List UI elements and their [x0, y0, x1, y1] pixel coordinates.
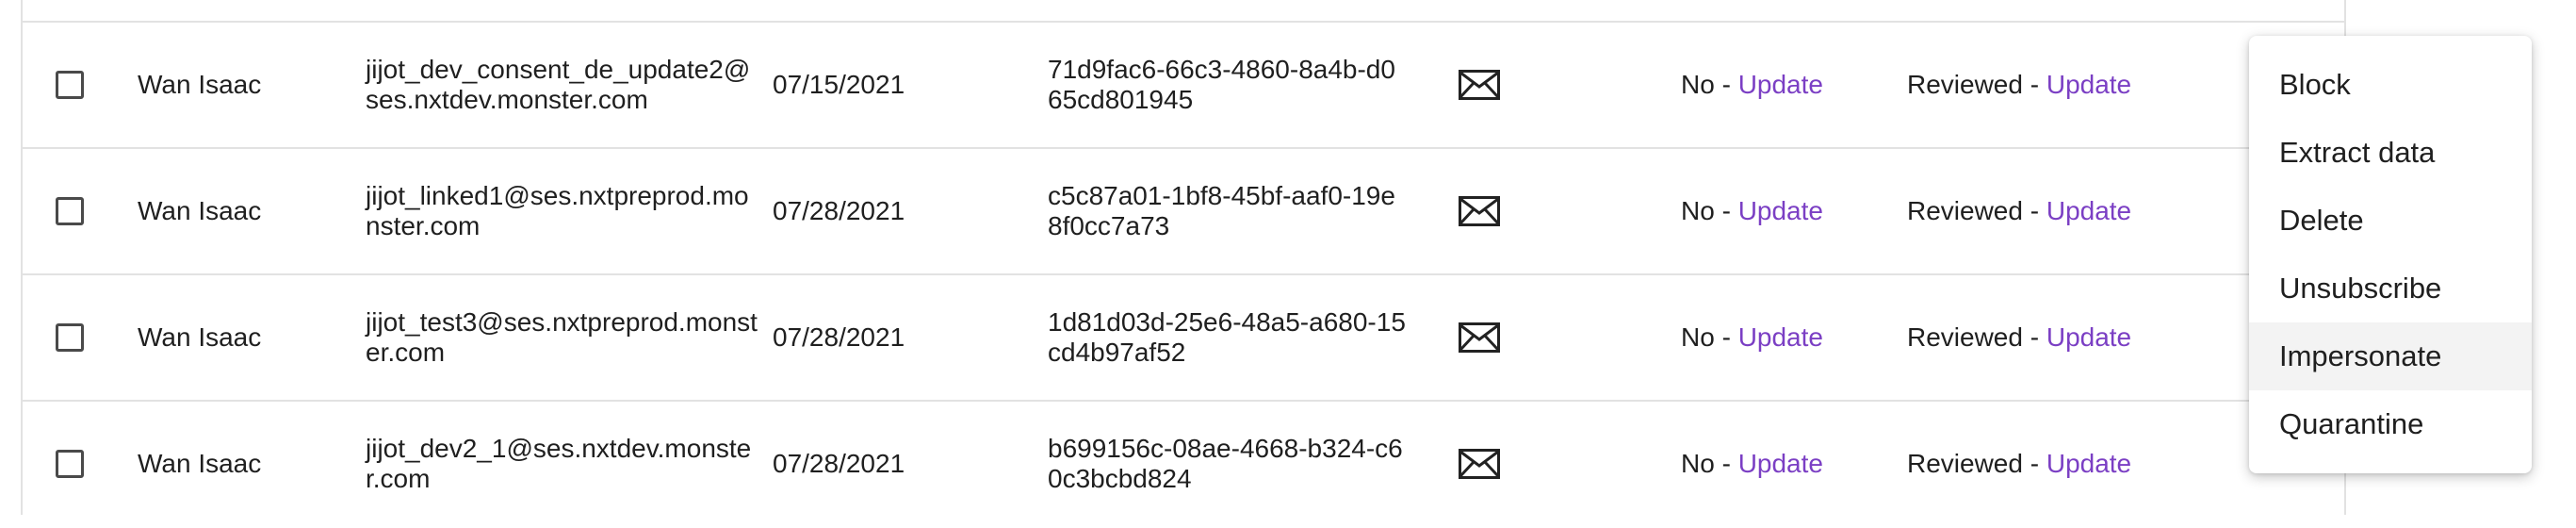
users-table: Wan Isaac jijot_dev_consent_de_update2@s…	[21, 0, 2346, 515]
envelope-icon[interactable]	[1459, 149, 1500, 273]
table-row: Wan Isaac jijot_test3@ses.nxtpreprod.mon…	[23, 275, 2344, 402]
review-update-link[interactable]: Update	[2046, 196, 2131, 226]
user-date: 07/28/2021	[773, 322, 905, 352]
consent-value: No	[1681, 322, 1715, 352]
consent-status: No - Update	[1681, 275, 1823, 400]
consent-value: No	[1681, 449, 1715, 478]
consent-update-link[interactable]: Update	[1738, 196, 1823, 226]
review-value: Reviewed	[1907, 196, 2023, 225]
table-row: Wan Isaac jijot_dev2_1@ses.nxtdev.monste…	[23, 402, 2344, 528]
row-select	[56, 149, 84, 273]
review-update-link[interactable]: Update	[2046, 322, 2131, 353]
review-status: Reviewed - Update	[1907, 402, 2131, 526]
consent-update-link[interactable]: Update	[1738, 449, 1823, 479]
user-name: Wan Isaac	[138, 196, 262, 225]
review-value: Reviewed	[1907, 449, 2023, 478]
table-row: Wan Isaac jijot_dev_consent_de_update2@s…	[23, 23, 2344, 149]
row-select	[56, 23, 84, 147]
user-id: 1d81d03d-25e6-48a5-a680-15cd4b97af52	[1048, 307, 1406, 367]
review-status: Reviewed - Update	[1907, 23, 2131, 147]
menu-item-extract-data[interactable]: Extract data	[2249, 119, 2532, 187]
review-value: Reviewed	[1907, 70, 2023, 99]
user-name: Wan Isaac	[138, 70, 262, 99]
consent-status: No - Update	[1681, 402, 1823, 526]
user-id: b699156c-08ae-4668-b324-c60c3bcbd824	[1048, 434, 1403, 493]
envelope-icon[interactable]	[1459, 402, 1500, 526]
menu-item-block[interactable]: Block	[2249, 51, 2532, 119]
row-actions-menu: Block Extract data Delete Unsubscribe Im…	[2249, 36, 2532, 473]
separator: -	[1714, 449, 1738, 478]
menu-item-delete[interactable]: Delete	[2249, 187, 2532, 255]
row-select	[56, 275, 84, 400]
consent-status: No - Update	[1681, 149, 1823, 273]
menu-item-unsubscribe[interactable]: Unsubscribe	[2249, 255, 2532, 322]
row-checkbox[interactable]	[56, 323, 84, 352]
review-update-link[interactable]: Update	[2046, 70, 2131, 100]
user-date: 07/15/2021	[773, 70, 905, 99]
row-checkbox[interactable]	[56, 71, 84, 99]
consent-update-link[interactable]: Update	[1738, 322, 1823, 353]
review-update-link[interactable]: Update	[2046, 449, 2131, 479]
separator: -	[2022, 70, 2046, 99]
separator: -	[1714, 322, 1738, 352]
user-date: 07/28/2021	[773, 449, 905, 478]
menu-item-quarantine[interactable]: Quarantine	[2249, 390, 2532, 458]
separator: -	[1714, 196, 1738, 225]
table-row: Wan Isaac jijot_linked1@ses.nxtpreprod.m…	[23, 149, 2344, 275]
user-name: Wan Isaac	[138, 322, 262, 352]
envelope-icon[interactable]	[1459, 275, 1500, 400]
consent-value: No	[1681, 70, 1715, 99]
user-email: jijot_dev2_1@ses.nxtdev.monster.com	[366, 434, 752, 493]
separator: -	[2022, 449, 2046, 478]
menu-item-impersonate[interactable]: Impersonate	[2249, 322, 2532, 390]
consent-status: No - Update	[1681, 23, 1823, 147]
review-status: Reviewed - Update	[1907, 149, 2131, 273]
envelope-icon[interactable]	[1459, 23, 1500, 147]
consent-value: No	[1681, 196, 1715, 225]
user-id: c5c87a01-1bf8-45bf-aaf0-19e8f0cc7a73	[1048, 181, 1395, 240]
consent-update-link[interactable]: Update	[1738, 70, 1823, 100]
user-email: jijot_test3@ses.nxtpreprod.monster.com	[366, 307, 758, 367]
row-checkbox[interactable]	[56, 197, 84, 225]
row-checkbox[interactable]	[56, 450, 84, 478]
user-email: jijot_dev_consent_de_update2@ses.nxtdev.…	[366, 55, 751, 114]
row-select	[56, 402, 84, 526]
user-id: 71d9fac6-66c3-4860-8a4b-d065cd801945	[1048, 55, 1395, 114]
review-value: Reviewed	[1907, 322, 2023, 352]
review-status: Reviewed - Update	[1907, 275, 2131, 400]
separator: -	[1714, 70, 1738, 99]
user-date: 07/28/2021	[773, 196, 905, 225]
separator: -	[2022, 322, 2046, 352]
user-email: jijot_linked1@ses.nxtpreprod.monster.com	[366, 181, 749, 240]
separator: -	[2022, 196, 2046, 225]
user-name: Wan Isaac	[138, 449, 262, 478]
